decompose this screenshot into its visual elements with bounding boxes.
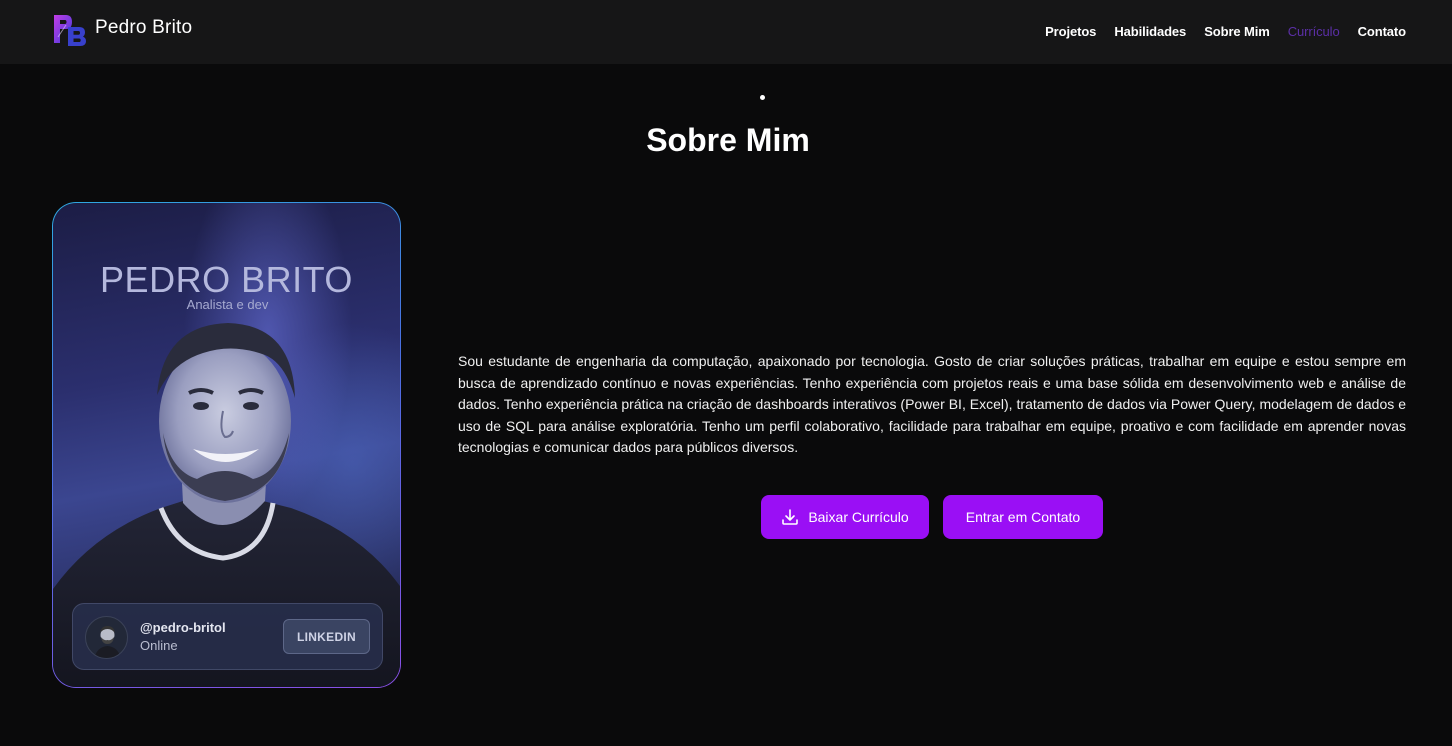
user-bar: @pedro-britol Online LINKEDIN <box>72 603 383 670</box>
nav-item-habilidades[interactable]: Habilidades <box>1114 24 1186 39</box>
brand[interactable]: Pedro Brito <box>52 13 192 47</box>
section-title: Sobre Mim <box>646 122 810 158</box>
logo-icon[interactable] <box>52 13 88 47</box>
nav-item-sobre-mim[interactable]: Sobre Mim <box>1204 24 1270 39</box>
bio-text: Sou estudante de engenharia da computaçã… <box>458 353 1406 455</box>
download-icon <box>782 509 799 525</box>
user-status: Online <box>140 638 178 653</box>
main-nav: Projetos Habilidades Sobre Mim Currículo… <box>1027 24 1406 39</box>
brand-name[interactable]: Pedro Brito <box>95 17 192 39</box>
linkedin-button[interactable]: LINKEDIN <box>283 619 370 654</box>
profile-card: PEDRO BRITO Analista e dev @pedro-britol… <box>52 202 401 688</box>
download-cv-label: Baixar Currículo <box>808 509 909 525</box>
nav-item-curriculo[interactable]: Currículo <box>1288 24 1340 39</box>
contact-button[interactable]: Entrar em Contato <box>943 495 1103 539</box>
decorative-dot <box>760 95 765 100</box>
avatar-icon <box>85 616 128 659</box>
card-name: PEDRO BRITO <box>100 259 353 300</box>
download-cv-button[interactable]: Baixar Currículo <box>761 495 929 539</box>
navbar: Pedro Brito Projetos Habilidades Sobre M… <box>0 0 1452 64</box>
nav-item-contato[interactable]: Contato <box>1358 24 1407 39</box>
user-handle: @pedro-britol <box>140 620 226 635</box>
profile-card-body: PEDRO BRITO Analista e dev @pedro-britol… <box>53 203 400 687</box>
nav-item-projetos[interactable]: Projetos <box>1045 24 1096 39</box>
